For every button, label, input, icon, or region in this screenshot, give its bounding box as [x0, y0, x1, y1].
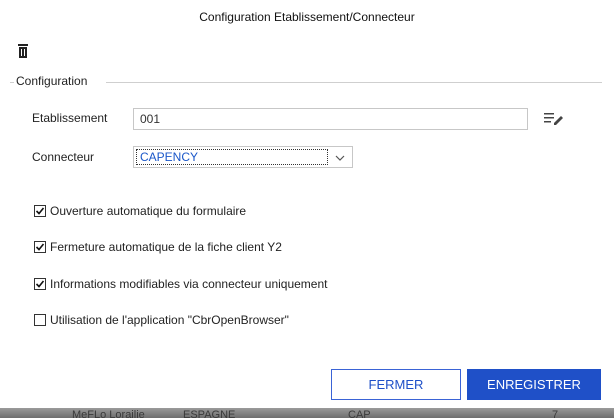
close-button[interactable]: FERMER [331, 369, 461, 400]
group-label: Configuration [14, 74, 90, 88]
option-cbr-open-browser[interactable]: Utilisation de l'application "CbrOpenBro… [34, 312, 289, 328]
background-table-peek: MeFLo Lorailie ESPAGNE CAP 7 [0, 408, 614, 418]
option-label: Informations modifiables via connecteur … [50, 277, 328, 291]
checkmark-icon [35, 243, 45, 251]
etablissement-input[interactable] [133, 108, 528, 130]
option-label: Ouverture automatique du formulaire [50, 204, 247, 218]
save-button[interactable]: ENREGISTRER [467, 369, 601, 400]
connecteur-label: Connecteur [32, 150, 95, 164]
option-label: Fermeture automatique de la fiche client… [50, 240, 282, 254]
option-ouverture-auto[interactable]: Ouverture automatique du formulaire [34, 203, 246, 219]
etablissement-label: Etablissement [32, 111, 108, 125]
dialog-title: Configuration Etablissement/Connecteur [199, 10, 415, 24]
checkmark-icon [35, 280, 45, 288]
peek-cell: 7 [552, 409, 559, 418]
config-dialog: Configuration Etablissement/Connecteur C… [0, 0, 614, 418]
peek-cell: MeFLo Lorailie [72, 409, 145, 418]
chevron-down-icon [335, 152, 345, 162]
checkbox[interactable] [34, 314, 46, 326]
connecteur-select[interactable]: CAPENCY [133, 146, 353, 168]
group-divider-right [106, 82, 602, 83]
peek-cell: ESPAGNE [183, 409, 236, 418]
option-fermeture-auto[interactable]: Fermeture automatique de la fiche client… [34, 239, 282, 255]
checkbox[interactable] [34, 241, 46, 253]
edit-list-icon[interactable] [543, 110, 565, 126]
peek-cell: CAP [348, 409, 371, 418]
checkmark-icon [35, 207, 45, 215]
checkbox[interactable] [34, 278, 46, 290]
trash-icon[interactable] [18, 43, 28, 58]
connecteur-selected-value: CAPENCY [136, 149, 328, 165]
checkbox[interactable] [34, 205, 46, 217]
option-label: Utilisation de l'application "CbrOpenBro… [50, 313, 289, 327]
option-infos-modifiables[interactable]: Informations modifiables via connecteur … [34, 276, 328, 292]
